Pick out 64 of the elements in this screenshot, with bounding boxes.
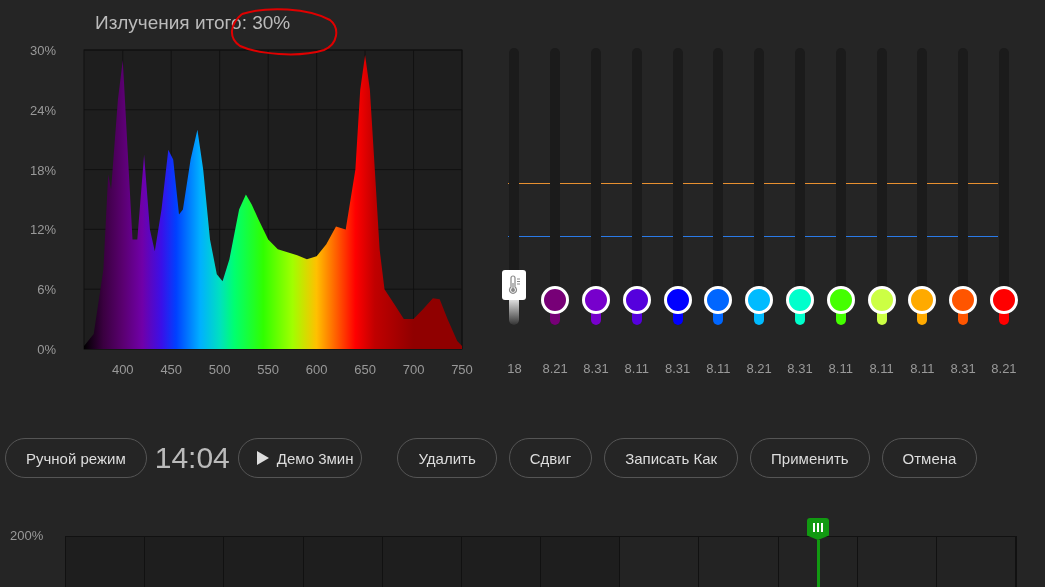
slider-fill — [591, 313, 601, 325]
slider-fill — [958, 313, 969, 325]
slider-knob[interactable] — [949, 286, 978, 315]
channel-value: 8.11 — [910, 361, 935, 376]
channel-value: 8.11 — [828, 361, 853, 376]
x-tick-label: 700 — [402, 362, 425, 377]
y-tick-label: 12% — [29, 222, 56, 238]
slider-knob[interactable] — [541, 286, 570, 315]
slider-fill — [754, 313, 765, 325]
slider-knob[interactable] — [582, 286, 610, 315]
clock-time: 14:04 — [154, 441, 230, 475]
channel-value: 8.31 — [664, 361, 691, 376]
x-tick-label: 450 — [160, 362, 183, 377]
thermometer-thumb[interactable] — [502, 270, 527, 301]
channel-value: 18 — [507, 361, 522, 376]
slider-fill — [713, 313, 724, 325]
channel-value: 8.11 — [706, 361, 731, 376]
y-tick-label: 6% — [37, 282, 56, 298]
demo-button[interactable]: Демо 3мин — [237, 438, 363, 478]
slider-fill — [876, 313, 887, 325]
slider-knob[interactable] — [663, 286, 692, 315]
action-button[interactable]: Удалить — [397, 438, 497, 478]
slider-knob[interactable] — [989, 286, 1018, 315]
slider-fill — [917, 313, 928, 325]
y-tick-label: 0% — [37, 342, 56, 357]
slider-fill — [672, 313, 683, 325]
x-tick-label: 600 — [305, 362, 328, 377]
slider-fill — [794, 313, 805, 325]
channel-value: 8.11 — [624, 361, 649, 376]
x-tick-label: 400 — [111, 362, 134, 377]
channel-value: 8.11 — [869, 361, 894, 376]
channel-value: 8.21 — [746, 361, 772, 376]
y-axis-label: 200% — [9, 528, 45, 545]
slider-fill — [550, 313, 561, 325]
slider-fill — [631, 313, 642, 325]
slider-knob[interactable] — [867, 286, 896, 315]
slider-knob[interactable] — [908, 286, 937, 315]
channel-value: 8.21 — [991, 361, 1017, 376]
action-button[interactable]: Записать Как — [604, 438, 739, 478]
channel-value: 8.31 — [583, 361, 609, 376]
x-tick-label: 650 — [354, 362, 376, 377]
slider-fill — [835, 313, 846, 325]
x-tick-label: 500 — [208, 362, 231, 377]
y-tick-label: 24% — [29, 102, 56, 118]
action-button[interactable]: Отмена — [881, 438, 978, 478]
y-tick-label: 30% — [29, 43, 56, 58]
slider-knob[interactable] — [785, 286, 814, 315]
action-button[interactable]: Применить — [750, 438, 870, 478]
channel-value: 8.31 — [787, 361, 813, 376]
play-icon — [256, 451, 269, 465]
time-marker[interactable] — [807, 518, 829, 587]
channel-value: 8.31 — [950, 361, 976, 376]
y-tick-label: 18% — [29, 162, 56, 178]
channel-value: 8.21 — [542, 361, 568, 376]
mode-button[interactable]: Ручной режим — [5, 438, 147, 478]
x-tick-label: 750 — [451, 362, 473, 377]
slider-knob[interactable] — [704, 286, 733, 315]
slider-knob[interactable] — [622, 286, 651, 315]
action-button[interactable]: Сдвиг — [508, 438, 593, 478]
thermometer-icon — [507, 275, 522, 296]
slider-knob[interactable] — [826, 286, 855, 315]
slider-knob[interactable] — [745, 286, 774, 315]
x-tick-label: 550 — [257, 362, 279, 377]
slider-fill — [998, 313, 1009, 325]
